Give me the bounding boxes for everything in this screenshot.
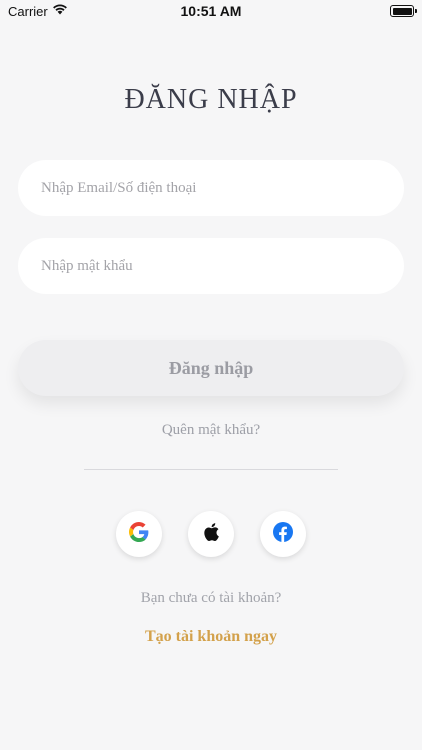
battery-icon [390,5,417,17]
create-account-link[interactable]: Tạo tài khoản ngay [0,628,422,646]
no-account-text: Bạn chưa có tài khoản? [140,590,282,606]
status-bar: Carrier 10:51 AM [0,0,422,24]
email-phone-input[interactable] [18,160,404,216]
password-input[interactable] [18,238,404,294]
google-icon [129,521,149,547]
apple-icon [202,522,220,547]
clock: 10:51 AM [180,3,242,19]
facebook-icon [273,521,293,547]
apple-login-button[interactable] [188,511,234,557]
facebook-login-button[interactable] [260,511,306,557]
google-login-button[interactable] [116,511,162,557]
login-button[interactable]: Đăng nhập [18,340,404,396]
divider [84,469,338,470]
page-title: ĐĂNG NHẬP [124,84,298,115]
forgot-password-link[interactable]: Quên mật khẩu? [0,422,422,439]
